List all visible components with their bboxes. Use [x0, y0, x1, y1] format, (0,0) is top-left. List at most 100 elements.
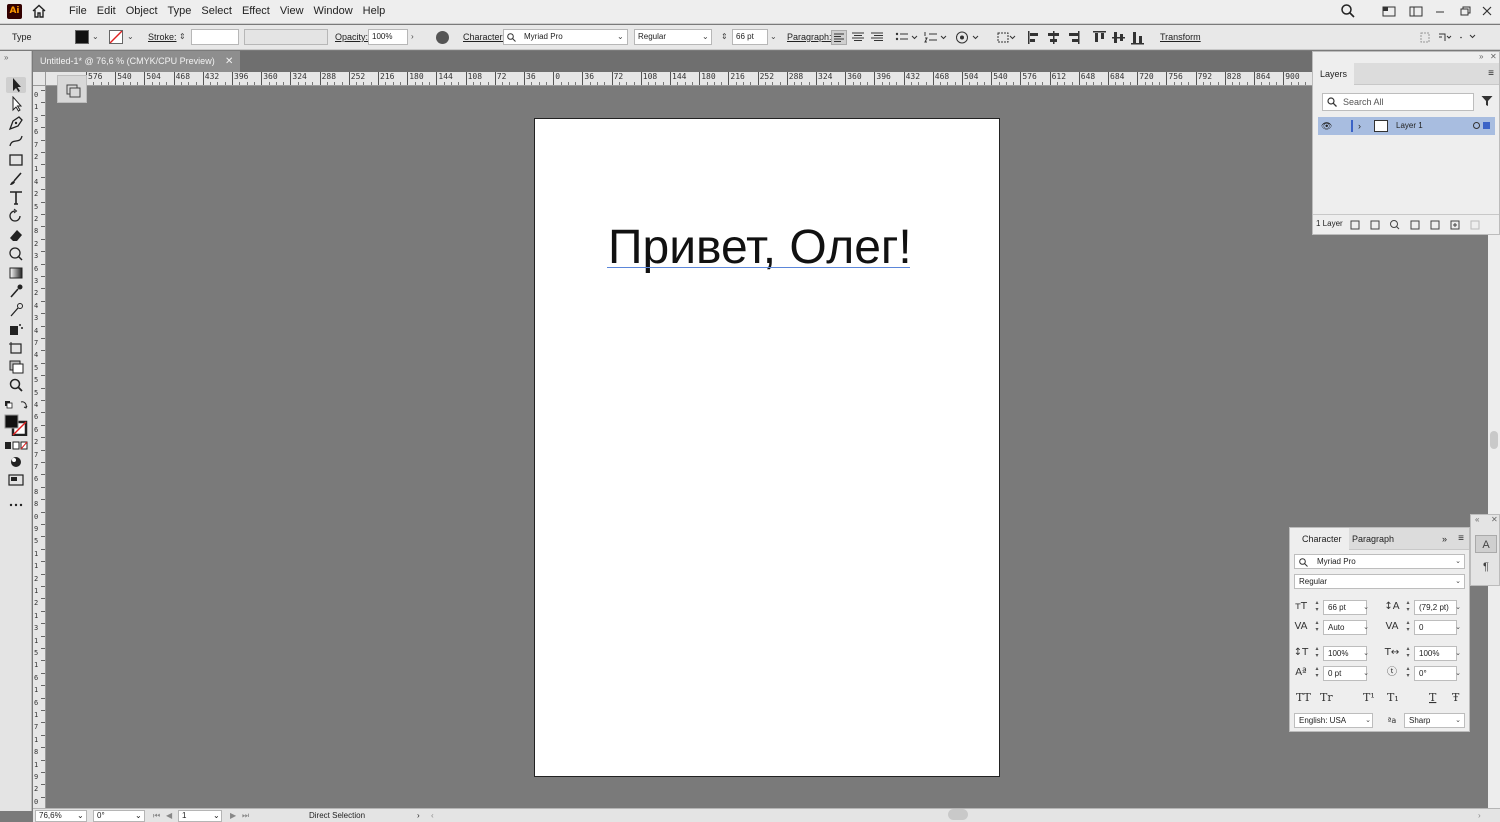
- transform-label[interactable]: Transform: [1160, 25, 1201, 50]
- tab-character[interactable]: Character: [1290, 528, 1349, 550]
- filter-icon[interactable]: [1481, 95, 1493, 107]
- tab-layers[interactable]: Layers: [1313, 63, 1355, 85]
- curvature-tool-icon[interactable]: [6, 133, 26, 149]
- cp-language-field[interactable]: English: USA: [1294, 713, 1373, 728]
- menu-effect[interactable]: Effect: [237, 0, 275, 24]
- cp-size-chevron-icon[interactable]: ⌄: [1361, 600, 1371, 615]
- align-center-icon[interactable]: [851, 31, 865, 44]
- fill-swatch[interactable]: [75, 30, 89, 44]
- shape-builder-tool-icon[interactable]: [6, 246, 26, 262]
- cp-hscale-field[interactable]: 100%: [1414, 646, 1457, 661]
- default-fill-stroke-icon[interactable]: [3, 400, 29, 410]
- status-arrow-icon[interactable]: ›: [417, 809, 420, 822]
- align-left-icon[interactable]: [831, 30, 847, 45]
- opacity-label[interactable]: Opacity:: [335, 25, 368, 50]
- cp-font-style-chevron-icon[interactable]: ⌄: [1453, 574, 1463, 589]
- scroll-left-icon[interactable]: ‹: [431, 809, 434, 822]
- font-family-field[interactable]: Myriad Pro: [503, 29, 628, 45]
- type-tool-icon[interactable]: [6, 190, 26, 206]
- close-icon[interactable]: [1479, 3, 1495, 19]
- align-to-icon[interactable]: [996, 30, 1018, 45]
- character-panel-expand-icon[interactable]: »: [1442, 528, 1447, 550]
- toolbox-collapse-icon[interactable]: »: [4, 53, 8, 62]
- stroke-weight-stepper[interactable]: ⇕: [179, 29, 189, 45]
- ruler-origin[interactable]: [33, 72, 46, 86]
- menu-select[interactable]: Select: [196, 0, 237, 24]
- font-size-chevron-icon[interactable]: ⌄: [770, 29, 780, 45]
- cp-font-family-field[interactable]: Myriad Pro: [1294, 554, 1465, 569]
- artboard[interactable]: [534, 118, 1000, 777]
- paragraph-panel-icon[interactable]: ¶: [1475, 558, 1497, 576]
- baseline-stepper[interactable]: ▴ ▾: [1313, 666, 1321, 681]
- layers-close-icon[interactable]: ✕: [1490, 52, 1497, 61]
- stroke-weight-field[interactable]: [191, 29, 239, 45]
- menu-type[interactable]: Type: [163, 0, 197, 24]
- cp-baseline-chevron-icon[interactable]: ⌄: [1361, 666, 1371, 681]
- font-size-field[interactable]: 66 pt: [732, 29, 768, 45]
- align-objects-icons[interactable]: [1027, 30, 1147, 45]
- workspace-icon[interactable]: [1408, 3, 1424, 19]
- next-artboard-icon[interactable]: ▶: [230, 809, 236, 822]
- eraser-tool-icon[interactable]: [6, 227, 26, 243]
- expand-chevron-icon[interactable]: ›: [1358, 117, 1361, 135]
- variable-width-profile[interactable]: [244, 29, 328, 45]
- cp-rotation-field[interactable]: 0°: [1414, 666, 1457, 681]
- document-tab[interactable]: Untitled-1* @ 76,6 % (CMYK/CPU Preview): [33, 51, 240, 72]
- search-icon[interactable]: [1340, 3, 1356, 19]
- align-right-icon[interactable]: [870, 31, 884, 44]
- menu-file[interactable]: File: [64, 0, 92, 24]
- cp-hscale-chevron-icon[interactable]: ⌄: [1453, 646, 1463, 661]
- scroll-right-icon[interactable]: ›: [1478, 809, 1481, 822]
- paragraph-label[interactable]: Paragraph:: [787, 25, 832, 50]
- color-mode-icons[interactable]: [4, 441, 28, 451]
- font-style-chevron-icon[interactable]: ⌄: [702, 29, 712, 45]
- screen-mode-icon[interactable]: [6, 472, 26, 488]
- arrange-documents-icon[interactable]: [1381, 3, 1397, 19]
- artboard-tool-icon[interactable]: [6, 340, 26, 356]
- strip-close-icon[interactable]: ✕: [1491, 515, 1498, 524]
- fill-dropdown-chevron-icon[interactable]: ⌄: [92, 29, 102, 45]
- layer-target-icon[interactable]: [1473, 122, 1480, 129]
- layer-row[interactable]: 👁 › Layer 1: [1318, 117, 1495, 135]
- more-tools-icon[interactable]: [6, 497, 26, 513]
- char-rotation-stepper[interactable]: ▴ ▾: [1404, 666, 1412, 681]
- minimize-icon[interactable]: [1432, 3, 1448, 19]
- drawing-mode-icon[interactable]: [6, 454, 26, 470]
- direct-selection-tool-icon[interactable]: [6, 96, 26, 112]
- menu-window[interactable]: Window: [309, 0, 358, 24]
- layers-menu-icon[interactable]: ≡: [1488, 63, 1494, 85]
- cp-antialias-chevron-icon[interactable]: ⌄: [1453, 713, 1463, 728]
- selection-tool-icon[interactable]: [6, 77, 26, 93]
- stroke-swatch[interactable]: [109, 30, 123, 44]
- leading-stepper[interactable]: ▴ ▾: [1404, 600, 1412, 615]
- opacity-field[interactable]: 100%: [368, 29, 408, 45]
- previous-artboard-icon[interactable]: ◀: [166, 809, 172, 822]
- menu-object[interactable]: Object: [121, 0, 163, 24]
- bullets-icon[interactable]: [895, 31, 919, 44]
- cp-rotation-chevron-icon[interactable]: ⌄: [1453, 666, 1463, 681]
- tab-paragraph[interactable]: Paragraph: [1345, 528, 1401, 550]
- layer-selection-indicator[interactable]: [1483, 122, 1490, 129]
- home-icon[interactable]: [32, 4, 46, 18]
- cp-tracking-chevron-icon[interactable]: ⌄: [1453, 620, 1463, 635]
- menu-view[interactable]: View: [275, 0, 309, 24]
- menu-edit[interactable]: Edit: [92, 0, 121, 24]
- cp-font-style-field[interactable]: Regular: [1294, 574, 1465, 589]
- character-label[interactable]: Character:: [463, 25, 505, 50]
- cp-language-chevron-icon[interactable]: ⌄: [1363, 713, 1373, 728]
- rotation-chevron-icon[interactable]: ⌄: [135, 809, 142, 822]
- cp-kerning-chevron-icon[interactable]: ⌄: [1361, 620, 1371, 635]
- gradient-tool-icon[interactable]: [6, 265, 26, 281]
- cp-leading-field[interactable]: (79,2 pt): [1414, 600, 1457, 615]
- size-stepper[interactable]: ▴ ▾: [1313, 600, 1321, 615]
- layers-collapse-icon[interactable]: »: [1479, 52, 1483, 61]
- strip-expand-icon[interactable]: «: [1475, 515, 1479, 524]
- layers-search-input[interactable]: Search All: [1322, 93, 1474, 111]
- cp-vscale-chevron-icon[interactable]: ⌄: [1361, 646, 1371, 661]
- visibility-eye-icon[interactable]: 👁: [1321, 117, 1332, 135]
- vscale-stepper[interactable]: ▴ ▾: [1313, 646, 1321, 661]
- first-artboard-icon[interactable]: ⏮: [153, 809, 160, 822]
- stroke-dropdown-chevron-icon[interactable]: ⌄: [127, 29, 137, 45]
- floating-mini-panel[interactable]: [57, 75, 87, 103]
- eyedropper-tool-icon[interactable]: [6, 283, 26, 299]
